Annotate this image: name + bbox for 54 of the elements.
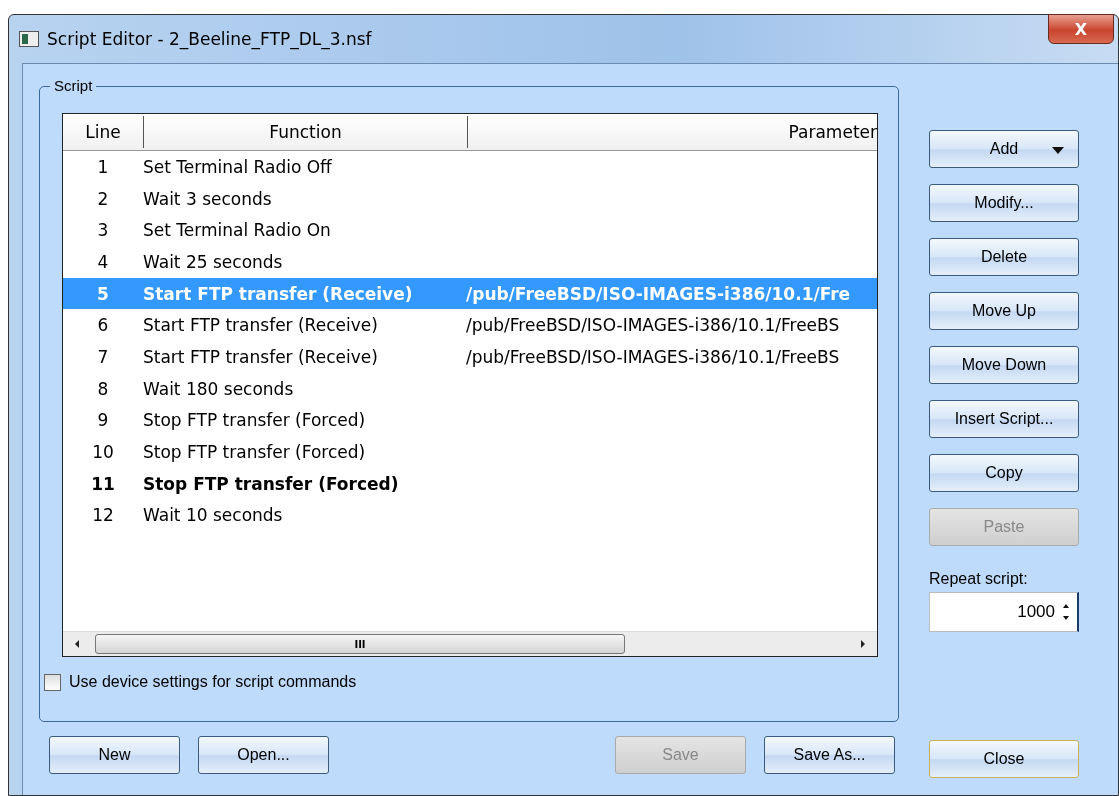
group-label: Script	[50, 77, 97, 94]
scroll-right-icon[interactable]	[859, 639, 867, 649]
checkbox-label: Use device settings for script commands	[69, 673, 357, 691]
table-cell: /pub/FreeBSD/ISO-IMAGES-i386/10.1/FreeBS	[466, 346, 840, 367]
action-button[interactable]: Move Down	[929, 346, 1079, 384]
table-cell-text: 7	[96, 346, 110, 367]
action-button[interactable]: Modify...	[929, 184, 1079, 222]
table-cell-text: Start FTP transfer (Receive)	[143, 283, 414, 304]
dialog-button[interactable]: New	[49, 736, 180, 774]
scroll-thumb[interactable]: III	[95, 634, 625, 654]
table-cell-text: Wait 180 seconds	[143, 378, 295, 399]
scroll-left-icon[interactable]	[73, 639, 81, 649]
table-cell-text: Start FTP transfer (Receive)	[143, 315, 379, 336]
action-button[interactable]: Delete	[929, 238, 1079, 276]
window-title: Script Editor - 2_Beeline_FTP_DL_3.nsf	[47, 29, 372, 49]
action-button[interactable]: Move Up	[929, 292, 1079, 330]
column-header[interactable]: Function	[144, 116, 468, 148]
table-cell-text: Wait 25 seconds	[143, 251, 284, 272]
table-cell-text: Stop FTP transfer (Forced)	[143, 442, 367, 463]
action-button[interactable]: Add	[929, 130, 1079, 168]
table-cell-text: 2	[96, 188, 110, 209]
checkbox[interactable]	[44, 673, 61, 691]
close-dialog-button[interactable]: Close	[929, 740, 1079, 778]
table-cell-text: Set Terminal Radio On	[143, 220, 332, 241]
table-cell-text: Stop FTP transfer (Forced)	[143, 473, 400, 494]
table-cell-text: 3	[96, 220, 110, 241]
table-cell-text: Wait 3 seconds	[143, 188, 273, 209]
table-cell-text: Stop FTP transfer (Forced)	[143, 410, 367, 431]
table-cell-text: 8	[96, 378, 110, 399]
table-cell-text: Start FTP transfer (Receive)	[143, 346, 379, 367]
table-cell-text: 12	[91, 505, 115, 526]
table-cell-text: 4	[96, 251, 110, 272]
column-header[interactable]: Line	[63, 116, 144, 148]
repeat-label: Repeat script:	[929, 570, 1029, 588]
table-cell-text: 11	[90, 473, 116, 494]
horizontal-scrollbar[interactable]: III	[63, 631, 877, 656]
table-cell: /pub/FreeBSD/ISO-IMAGES-i386/10.1/Fre	[466, 283, 851, 304]
action-button[interactable]: Copy	[929, 454, 1079, 492]
table-cell-text: 5	[96, 283, 110, 304]
repeat-spinner[interactable]: 1000	[929, 592, 1079, 632]
column-header[interactable]: Parameter	[468, 116, 877, 148]
window-close-button[interactable]: X	[1048, 14, 1114, 44]
dialog-button[interactable]: Save As...	[764, 736, 895, 774]
table-cell: /pub/FreeBSD/ISO-IMAGES-i386/10.1/FreeBS	[466, 315, 840, 336]
table-cell-text: Wait 10 seconds	[143, 505, 284, 526]
table-cell-text: 6	[96, 315, 110, 336]
table-cell-text: 10	[91, 442, 115, 463]
table-cell-text: 9	[96, 410, 110, 431]
table-cell-text: 1	[96, 156, 110, 177]
window-icon	[19, 31, 39, 47]
dropdown-caret-icon	[1052, 147, 1064, 154]
dialog-button[interactable]: Open...	[198, 736, 329, 774]
action-button[interactable]: Insert Script...	[929, 400, 1079, 438]
table-cell-text: Set Terminal Radio Off	[143, 156, 333, 177]
